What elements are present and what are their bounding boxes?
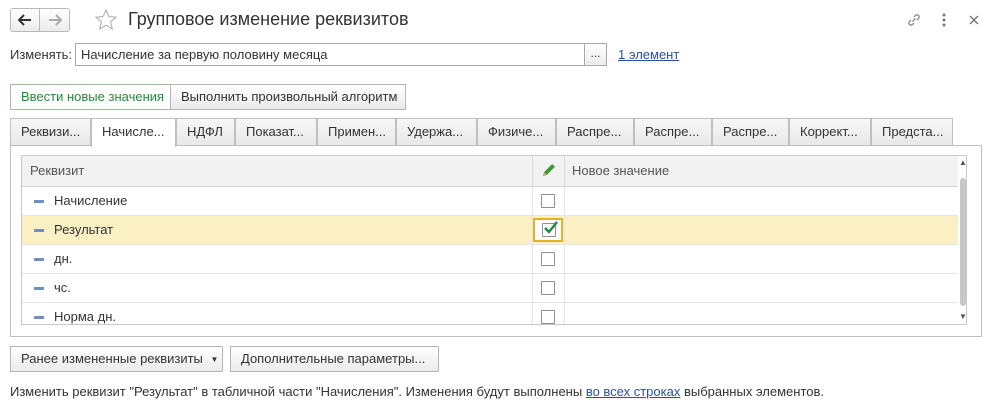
attribute-marker-icon — [34, 229, 44, 232]
focused-cell[interactable] — [533, 218, 563, 242]
tab-corrections[interactable]: Коррект... — [789, 118, 871, 146]
scroll-thumb[interactable] — [960, 178, 966, 306]
row-attribute: Начисление — [54, 193, 128, 208]
tab-ndfl[interactable]: НДФЛ — [176, 118, 235, 146]
page-title: Групповое изменение реквизитов — [128, 9, 409, 29]
tab-panel: Реквизит Новое значение Начисление Резул… — [10, 145, 982, 337]
change-checkbox-checked[interactable] — [542, 221, 558, 237]
attribute-marker-icon — [34, 316, 44, 319]
status-text-end: выбранных элементов. — [680, 384, 825, 399]
scroll-up-icon[interactable]: ▲ — [959, 158, 966, 168]
close-icon[interactable] — [964, 10, 984, 30]
change-label: Изменять: — [10, 47, 73, 62]
tab-deductions[interactable]: Удержа... — [396, 118, 477, 146]
column-attribute[interactable]: Реквизит — [22, 156, 532, 187]
change-checkbox[interactable] — [541, 281, 555, 295]
choose-button[interactable]: ... — [585, 43, 607, 66]
run-algorithm-button[interactable]: Выполнить произвольный алгоритм — [170, 84, 406, 110]
row-attribute: дн. — [54, 251, 73, 266]
tab-application[interactable]: Примен... — [317, 118, 396, 146]
table-row[interactable]: Норма дн. — [22, 303, 958, 324]
vertical-scrollbar[interactable]: ▲ ▼ — [958, 156, 966, 324]
table-row-selected[interactable]: Результат — [22, 216, 958, 245]
pencil-icon — [543, 164, 555, 176]
scroll-down-icon[interactable]: ▼ — [959, 312, 966, 322]
table-header: Реквизит Новое значение — [22, 156, 958, 187]
table-row[interactable]: дн. — [22, 245, 958, 274]
link-icon[interactable] — [904, 10, 924, 30]
tab-representation[interactable]: Предста... — [871, 118, 953, 146]
tab-distribution-1[interactable]: Распре... — [556, 118, 634, 146]
row-attribute: Норма дн. — [54, 309, 117, 324]
arrow-right-icon — [48, 14, 62, 26]
tab-individuals[interactable]: Физиче... — [477, 118, 556, 146]
previously-changed-label: Ранее измененные реквизиты — [21, 351, 203, 366]
tab-indicators[interactable]: Показат... — [235, 118, 317, 146]
arrow-left-icon — [18, 14, 31, 26]
status-message: Изменить реквизит "Результат" в таблично… — [10, 384, 824, 399]
previously-changed-button[interactable]: Ранее измененные реквизиты ▼ — [10, 346, 223, 372]
tab-distribution-3[interactable]: Распре... — [712, 118, 789, 146]
additional-params-button[interactable]: Дополнительные параметры... — [230, 346, 439, 372]
column-change[interactable] — [532, 156, 564, 187]
table-row[interactable]: Начисление — [22, 187, 958, 216]
more-menu-icon[interactable] — [934, 10, 954, 30]
column-new-value[interactable]: Новое значение — [564, 156, 958, 187]
object-field[interactable]: Начисление за первую половину месяца — [75, 43, 585, 66]
attributes-table[interactable]: Реквизит Новое значение Начисление Резул… — [21, 155, 967, 325]
change-checkbox[interactable] — [541, 310, 555, 324]
checkmark-icon — [544, 221, 558, 234]
elements-link[interactable]: 1 элемент — [618, 47, 679, 62]
attribute-marker-icon — [34, 258, 44, 261]
favorite-star-icon[interactable] — [94, 8, 118, 32]
enter-new-values-button[interactable]: Ввести новые значения — [10, 84, 171, 110]
dropdown-arrow-icon: ▼ — [210, 355, 219, 364]
row-attribute: чс. — [54, 280, 71, 295]
tab-accruals[interactable]: Начисле... — [91, 118, 176, 147]
tab-distribution-2[interactable]: Распре... — [634, 118, 712, 146]
row-attribute: Результат — [54, 222, 114, 237]
attribute-marker-icon — [34, 200, 44, 203]
status-text: Изменить реквизит "Результат" в таблично… — [10, 384, 586, 399]
attribute-marker-icon — [34, 287, 44, 290]
change-checkbox[interactable] — [541, 194, 555, 208]
back-button[interactable] — [10, 8, 40, 32]
table-row[interactable]: чс. — [22, 274, 958, 303]
forward-button[interactable] — [40, 8, 70, 32]
all-rows-link[interactable]: во всех строках — [586, 384, 681, 399]
change-checkbox[interactable] — [541, 252, 555, 266]
tab-requisites[interactable]: Реквизи... — [10, 118, 91, 146]
